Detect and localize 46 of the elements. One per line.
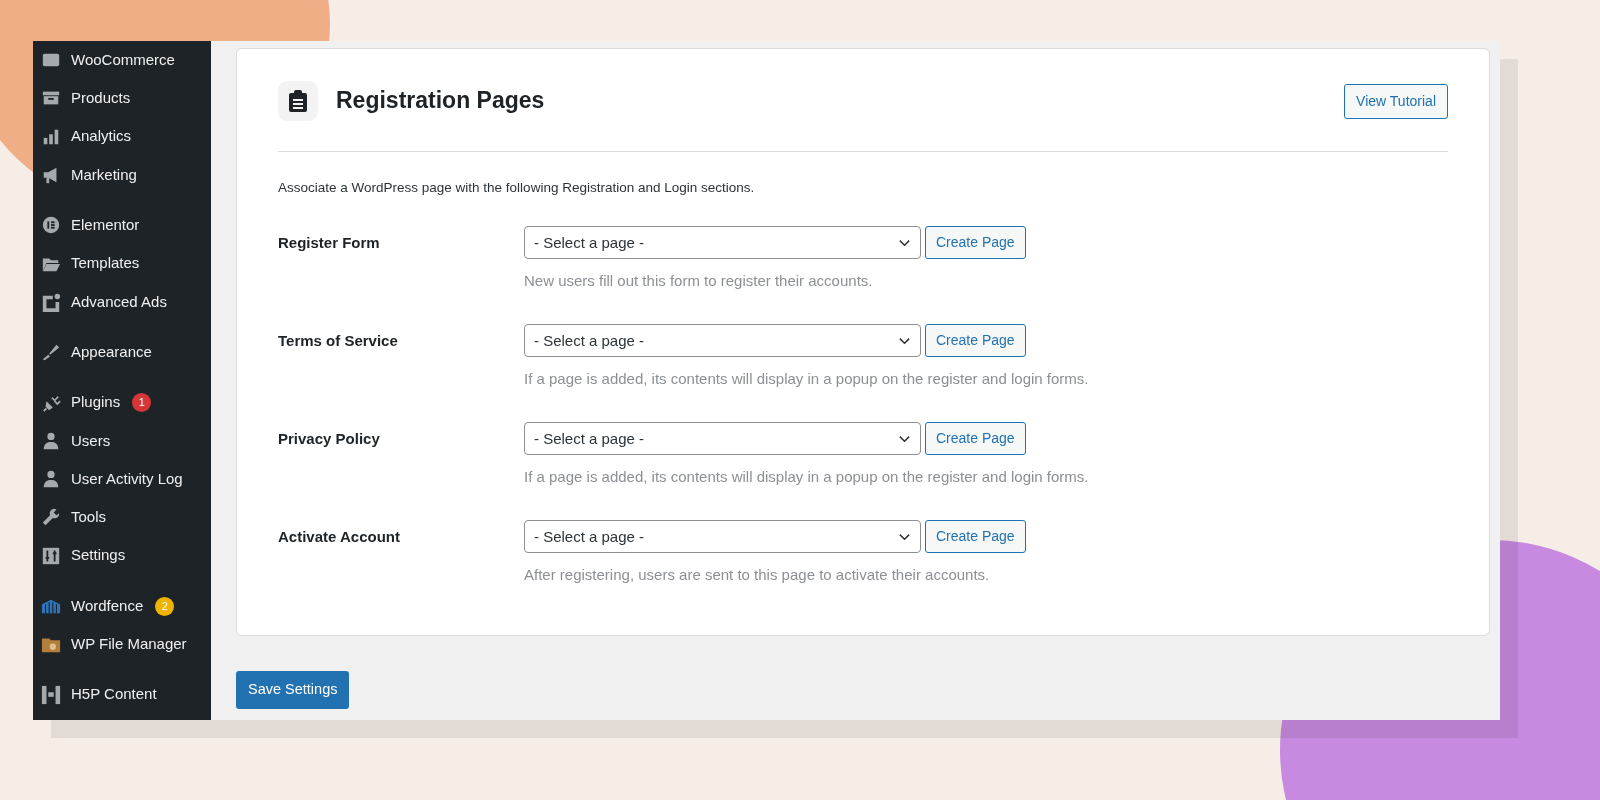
square-dot-icon [41,291,61,312]
help-text: If a page is added, its contents will display in a popup on the register and login forms. [524,369,1089,390]
create-page-button[interactable]: Create Page [925,520,1026,554]
page-select[interactable]: - Select a page - [524,324,921,358]
sidebar-item[interactable]: Settings [41,536,211,575]
sidebar-item[interactable]: Elementor [41,206,211,245]
tutorial-button[interactable]: View Tutorial [1344,83,1448,119]
help-text: If a page is added, its contents will display in a popup on the register and login forms. [524,467,1089,488]
sidebar-item[interactable]: WooCommerce [41,41,211,80]
field-label: Terms of Service [278,331,399,352]
save-button[interactable]: Save Settings [236,671,350,709]
sidebar-item[interactable]: Wordfence 2 [41,586,211,626]
sidebar-item[interactable]: Templates [41,244,211,283]
create-page-button[interactable]: Create Page [925,324,1026,358]
help-text: New users fill out this form to register their accounts. [524,271,874,292]
help-text: After registering, users are sent to this page to activate their accounts. [524,565,991,586]
clipboard-icon [278,81,318,121]
sidebar-item[interactable]: User Activity Log [41,459,211,499]
sidebar-item[interactable]: Tools [41,498,211,537]
sliders-icon [41,545,61,566]
page-select[interactable]: - Select a page - [524,226,921,260]
sidebar-item[interactable]: Plugins 1 [41,383,211,422]
sidebar-item[interactable]: WP File Manager [41,625,211,664]
description-text: Associate a WordPress page with the following Registration and Login sections. [278,179,756,197]
brush-icon [41,342,61,363]
field-label: Activate Account [278,527,401,548]
page-select[interactable]: - Select a page - [524,520,921,554]
sidebar-item[interactable]: Analytics [41,117,211,156]
person-icon [41,430,61,451]
sidebar-item[interactable]: Products [41,79,211,118]
person-icon [41,469,61,490]
page-select[interactable]: - Select a page - [524,422,921,456]
create-page-button[interactable]: Create Page [925,226,1026,260]
field-label: Register Form [278,233,381,254]
sidebar-item[interactable]: Users [41,421,211,460]
page-title: Registration Pages [336,87,545,115]
sidebar-item[interactable]: Marketing [41,155,211,195]
count-badge: 2 [155,596,175,616]
create-page-button[interactable]: Create Page [925,422,1026,456]
sidebar-item[interactable]: H5P Content [41,675,211,714]
count-badge: 1 [132,393,152,412]
sidebar-item[interactable]: Appearance [41,333,211,372]
field-label: Privacy Policy [278,429,381,450]
wrench-icon [41,507,61,528]
sidebar-item[interactable]: Advanced Ads [41,282,211,322]
circle-e-icon [41,215,61,236]
